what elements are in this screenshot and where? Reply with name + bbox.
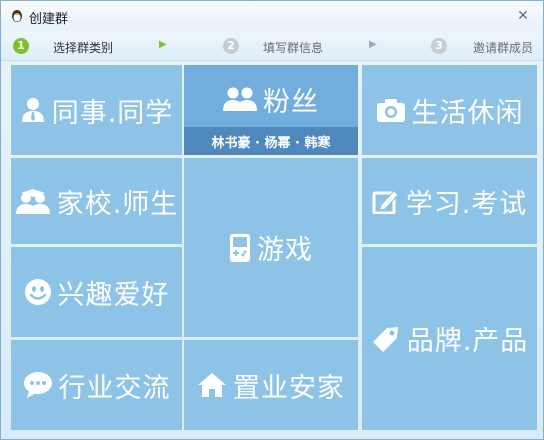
pencil-edit-icon	[372, 190, 399, 214]
close-button[interactable]: ✕	[513, 7, 533, 25]
category-study[interactable]: 学习.考试	[362, 158, 537, 244]
step-arrow-icon: ▶	[369, 39, 377, 50]
category-label: 游戏	[257, 235, 313, 266]
title-bar: 创建群 ✕	[1, 1, 543, 31]
category-realestate[interactable]: 置业安家	[184, 340, 358, 430]
smiley-icon	[24, 279, 51, 305]
category-label: 置业安家	[233, 372, 345, 404]
qq-penguin-icon	[12, 10, 22, 22]
category-industry[interactable]: 行业交流	[11, 340, 182, 430]
category-hobby[interactable]: 兴趣爱好	[11, 247, 182, 337]
step-3-number: 3	[431, 38, 447, 54]
category-label: 学习.考试	[405, 188, 528, 220]
category-school[interactable]: 家校.师生	[11, 158, 182, 244]
category-label: 品牌.产品	[406, 326, 529, 357]
fans-header: 粉丝	[223, 80, 319, 119]
category-label: 家校.师生	[56, 188, 179, 220]
category-leisure[interactable]: 生活休闲	[362, 65, 537, 155]
person-tie-icon	[21, 98, 44, 122]
step-3-label: 邀请群成员	[473, 41, 534, 55]
step-2-number: 2	[223, 38, 239, 54]
category-label: 生活休闲	[411, 97, 524, 129]
category-colleagues[interactable]: 同事.同学	[11, 65, 182, 155]
camera-icon	[376, 99, 405, 122]
step-arrow-icon: ▶	[159, 39, 167, 50]
category-label: 同事.同学	[51, 97, 174, 129]
category-label: 粉丝	[263, 86, 319, 118]
price-tag-icon	[372, 326, 398, 352]
category-label: 行业交流	[58, 372, 171, 404]
category-brand[interactable]: 品牌.产品	[362, 247, 537, 430]
category-games[interactable]: 游戏	[184, 158, 358, 337]
create-group-window: 创建群 ✕ 1 选择群类别 ▶ 2 填写群信息 ▶ 3 邀请群成员 同事.同学	[0, 0, 544, 440]
gameboy-icon	[230, 233, 250, 262]
category-fans[interactable]: 粉丝 林书豪 · 杨幂 · 韩寒	[184, 65, 358, 155]
step-1-label: 选择群类别	[53, 41, 114, 55]
fans-subtitle-banner: 林书豪 · 杨幂 · 韩寒	[184, 127, 358, 155]
step-indicator: 1 选择群类别 ▶ 2 填写群信息 ▶ 3 邀请群成员	[1, 31, 543, 61]
window-title: 创建群	[29, 12, 69, 27]
step-1-number: 1	[13, 38, 29, 54]
graduation-people-icon	[15, 189, 50, 214]
category-label: 兴趣爱好	[57, 279, 170, 311]
house-icon	[198, 373, 226, 397]
category-grid: 同事.同学 粉丝 林书豪 · 杨幂 · 韩寒 生活休闲 家校.师生 游戏 学习.…	[9, 63, 537, 433]
two-people-icon	[223, 87, 257, 111]
speech-bubble-icon	[23, 372, 52, 398]
step-2-label: 填写群信息	[263, 41, 324, 55]
